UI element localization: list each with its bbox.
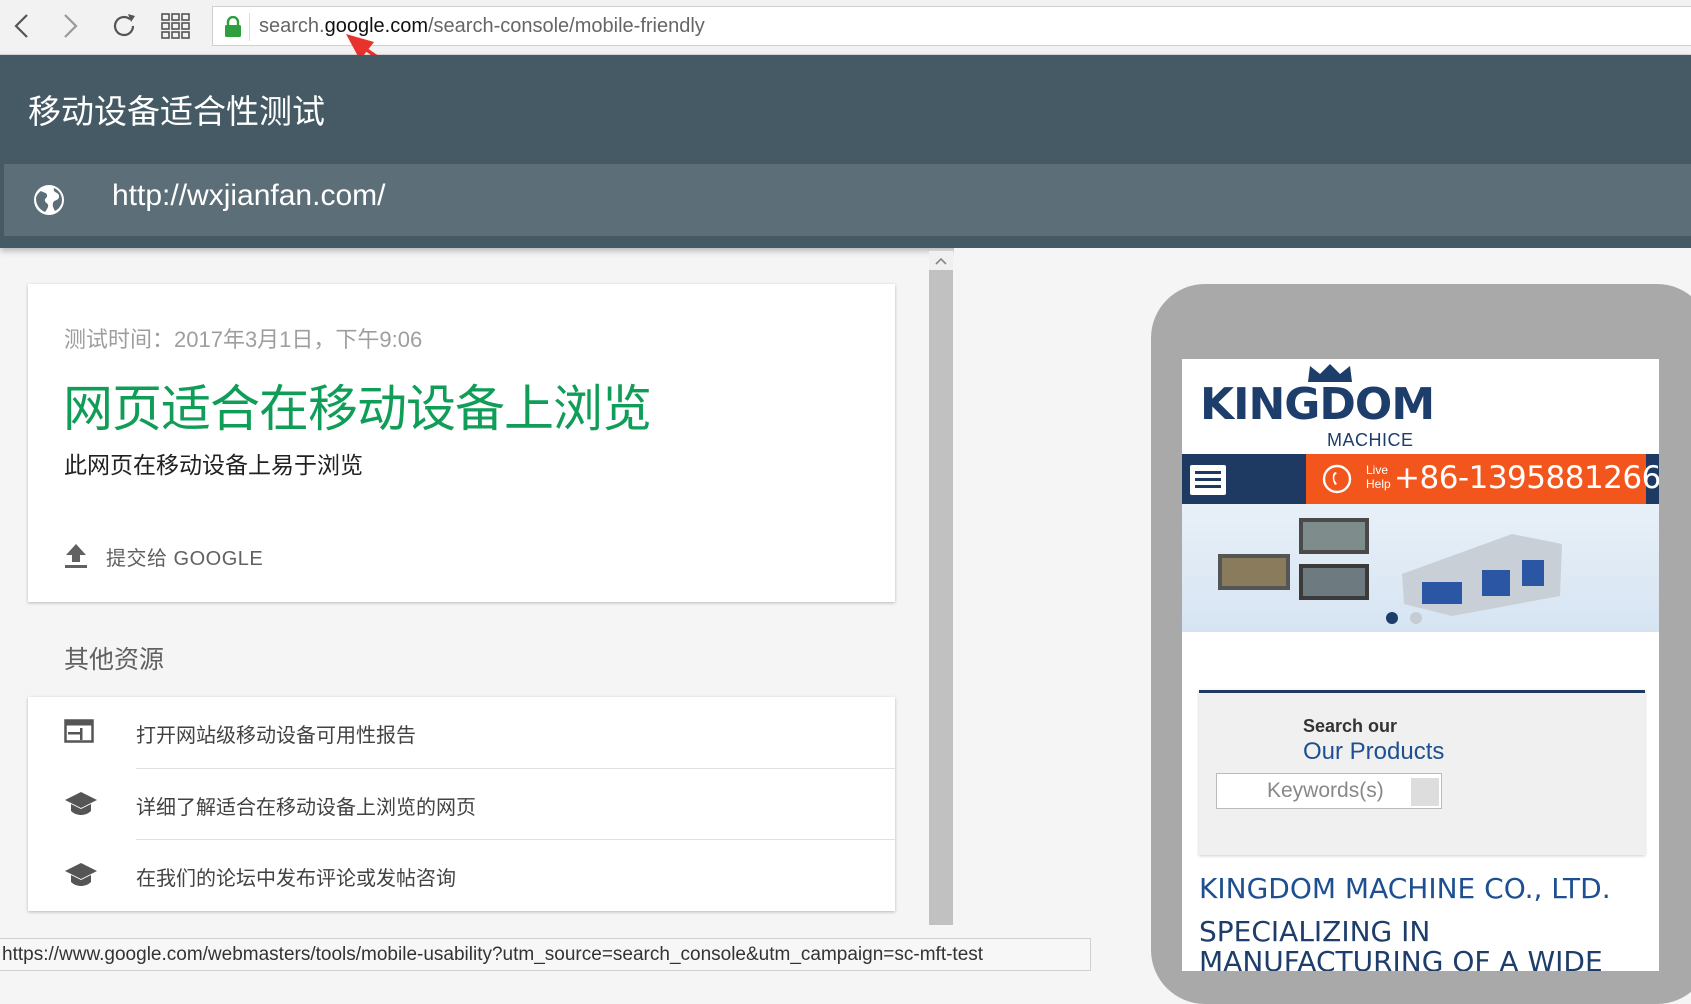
web-report-icon <box>64 719 94 743</box>
upload-icon <box>65 544 87 568</box>
test-time: 测试时间：2017年3月1日，下午9:06 <box>64 327 423 352</box>
resources-list: 打开网站级移动设备可用性报告 详细了解适合在移动设备上浏览的网页 在我们的论坛中… <box>28 697 895 911</box>
globe-icon <box>34 185 64 215</box>
url-text: search.google.com/search-console/mobile-… <box>259 15 705 37</box>
school-icon <box>65 792 97 815</box>
status-bar: https://www.google.com/webmasters/tools/… <box>0 938 1091 971</box>
menu-icon[interactable] <box>1190 465 1226 495</box>
reload-button[interactable] <box>106 8 142 44</box>
phone-number: +86-13958812663 <box>1394 460 1659 496</box>
keyword-search-field[interactable] <box>1216 773 1442 809</box>
resource-item-label: 在我们的论坛中发布评论或发帖咨询 <box>136 868 456 890</box>
site-nav-strip: Live Help +86-13958812663 <box>1182 454 1659 504</box>
live-help-label: Live Help <box>1366 463 1391 491</box>
site-logo: KINGDOM <box>1200 379 1435 430</box>
app-header: 移动设备适合性测试 http://wxjianfan.com/ <box>0 55 1691 248</box>
search-subtitle: Our Products <box>1303 738 1445 765</box>
resource-item-usability-report[interactable]: 打开网站级移动设备可用性报告 <box>28 697 895 768</box>
resources-title: 其他资源 <box>64 646 165 674</box>
company-slogan: SPECIALIZING IN MANUFACTURING OF A WIDE <box>1199 915 1603 972</box>
grid-icon <box>161 13 190 39</box>
apps-grid-button[interactable] <box>158 8 194 44</box>
reload-icon <box>113 14 135 37</box>
machine-photo-image <box>1218 518 1562 624</box>
result-headline: 网页适合在移动设备上浏览 <box>63 380 652 438</box>
resource-item-forum[interactable]: 在我们的论坛中发布评论或发帖咨询 <box>28 840 895 911</box>
tested-url: http://wxjianfan.com/ <box>112 179 386 212</box>
resource-item-learn-more[interactable]: 详细了解适合在移动设备上浏览的网页 <box>28 769 895 840</box>
resource-item-label: 详细了解适合在移动设备上浏览的网页 <box>136 797 476 819</box>
keyword-input[interactable] <box>1217 774 1407 808</box>
lock-icon <box>225 16 241 37</box>
hero-banner <box>1182 504 1659 632</box>
product-search-box: Search our Our Products <box>1199 690 1645 855</box>
chevron-left-icon <box>14 14 28 38</box>
result-card: 测试时间：2017年3月1日，下午9:06 网页适合在移动设备上浏览 此网页在移… <box>28 284 895 602</box>
submit-to-google-button[interactable]: 提交给 GOOGLE <box>64 536 263 576</box>
site-logo-sub: MACHICE <box>1327 430 1414 450</box>
search-title: Search our <box>1303 716 1398 736</box>
company-name: KINGDOM MACHINE CO., LTD. <box>1199 872 1611 905</box>
page-title: 移动设备适合性测试 <box>28 92 325 131</box>
browser-toolbar: search.google.com/search-console/mobile-… <box>0 0 1691 55</box>
result-description: 此网页在移动设备上易于浏览 <box>64 452 363 478</box>
forward-button[interactable] <box>52 8 88 44</box>
resource-item-label: 打开网站级移动设备可用性报告 <box>136 725 416 747</box>
address-separator <box>249 13 250 41</box>
scrollbar-thumb[interactable] <box>929 270 953 925</box>
tested-url-field[interactable]: http://wxjianfan.com/ <box>4 164 1691 236</box>
chevron-up-icon <box>935 257 947 265</box>
phone-contact-bar[interactable]: Live Help +86-13958812663 <box>1306 454 1659 504</box>
phone-screen: KINGDOM MACHICE Live Help +86-13958812663… <box>1182 359 1659 971</box>
chevron-right-icon <box>64 14 78 38</box>
back-button[interactable] <box>4 8 40 44</box>
search-go-button[interactable] <box>1411 778 1439 806</box>
scroll-up-button[interactable] <box>929 251 953 270</box>
submit-label: 提交给 GOOGLE <box>106 547 264 570</box>
status-link: https://www.google.com/webmasters/tools/… <box>2 944 984 965</box>
school-icon <box>65 863 97 886</box>
phone-icon <box>1322 464 1352 494</box>
